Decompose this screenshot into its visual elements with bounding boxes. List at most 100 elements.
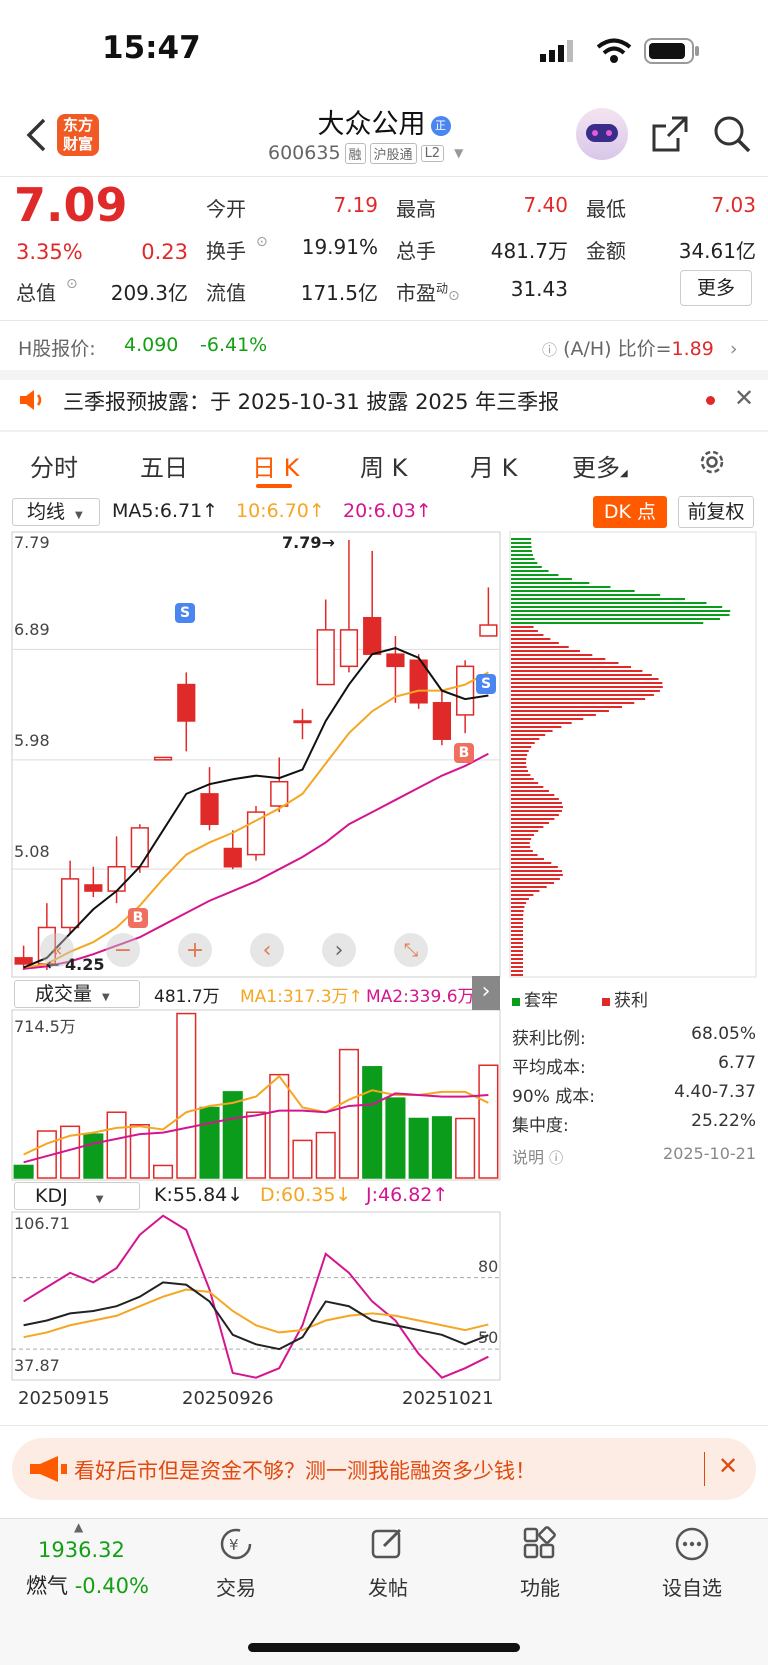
index-value[interactable]: 1936.32	[38, 1538, 125, 1562]
dropdown-icon: ▼	[454, 146, 464, 160]
tab-more[interactable]: 更多◢	[572, 448, 628, 483]
ma10-label: 10:6.70↑	[236, 500, 325, 522]
chip-bar	[511, 894, 534, 896]
volume-select[interactable]: 成交量 ▼	[14, 980, 140, 1008]
chip-bar	[511, 726, 562, 728]
expand-icon[interactable]: ⤡	[394, 933, 428, 967]
collapse-icon[interactable]: ›	[472, 976, 500, 1010]
buy-marker-icon: B	[128, 908, 148, 928]
chip-bar	[511, 646, 569, 648]
chip-bar	[511, 830, 539, 832]
label-pe: 市盈动⊙	[396, 281, 460, 305]
chip-bar	[511, 554, 533, 556]
post-icon[interactable]	[370, 1526, 406, 1566]
chip-bar	[511, 962, 523, 964]
ma-select[interactable]: 均线 ▼	[12, 498, 100, 526]
robot-avatar[interactable]	[576, 108, 628, 160]
search-icon[interactable]	[712, 114, 752, 158]
chip-bar	[511, 574, 559, 576]
share-icon[interactable]	[650, 114, 690, 158]
value-low: 7.03	[711, 193, 756, 217]
tab-five-day[interactable]: 五日	[140, 448, 188, 483]
rewind-icon[interactable]: «	[40, 933, 74, 967]
chip-note[interactable]: 说明 ⓘ	[512, 1144, 563, 1168]
value-open: 7.19	[333, 193, 378, 217]
stock-name: 大众公用	[317, 109, 426, 140]
chip-bar	[511, 794, 555, 796]
candle-body	[339, 629, 359, 668]
info-icon[interactable]: ⊙	[66, 276, 78, 292]
chip-bar	[511, 930, 524, 932]
nav-trade[interactable]: 交易	[186, 1572, 286, 1601]
tab-intraday[interactable]: 分时	[30, 448, 78, 483]
grid-icon[interactable]	[522, 1526, 558, 1566]
value-amount: 34.61亿	[678, 239, 756, 263]
kline-frame	[11, 531, 501, 978]
dk-point-button[interactable]: DK 点	[593, 496, 667, 528]
zoom-out-icon[interactable]: −	[106, 933, 140, 967]
candle-body	[479, 624, 498, 637]
promo-banner[interactable]: 看好后市但是资金不够？测一测我能融资多少钱！ ✕	[12, 1438, 756, 1500]
chip-bar	[511, 570, 549, 572]
chevron-right-icon[interactable]: ›	[322, 933, 356, 967]
candle-body	[200, 793, 219, 825]
chip-90cost-label: 90% 成本:	[512, 1087, 595, 1107]
chip-bar	[511, 834, 535, 836]
volume-bar	[13, 1164, 34, 1179]
caret-up-icon: ▲	[74, 1520, 84, 1534]
close-banner-icon[interactable]: ✕	[718, 1452, 738, 1480]
nav-function[interactable]: 功能	[490, 1572, 590, 1601]
label-high: 最高	[396, 197, 436, 221]
tab-indicator	[256, 484, 292, 488]
stock-code: 600635	[268, 142, 341, 164]
more-button[interactable]: 更多	[680, 270, 752, 306]
kdj-frame	[11, 1211, 501, 1381]
chip-concentration-label: 集中度:	[512, 1116, 569, 1136]
chip-bar	[511, 842, 530, 844]
notice-text[interactable]: 三季报预披露：于 2025-10-31 披露 2025 年三季报	[63, 386, 559, 416]
candle-body	[14, 957, 33, 965]
ma10-line	[23, 671, 489, 969]
close-notice-icon[interactable]: ✕	[734, 384, 754, 412]
chip-bar	[511, 790, 549, 792]
tab-daily-k[interactable]: 日 K	[252, 448, 299, 483]
adjust-button[interactable]: 前复权	[678, 496, 754, 528]
candle-body	[363, 616, 382, 655]
zoom-in-icon[interactable]: +	[178, 933, 212, 967]
chip-bar	[511, 678, 659, 680]
chip-bar	[511, 846, 531, 848]
tab-monthly-k[interactable]: 月 K	[470, 448, 517, 483]
candles	[14, 540, 498, 970]
chip-bar	[511, 754, 528, 756]
chip-bar	[511, 774, 531, 776]
kdj-ymax: 106.71	[14, 1214, 70, 1233]
nav-add-watchlist[interactable]: 设自选	[642, 1572, 742, 1601]
help-icon: ⓘ	[542, 341, 558, 359]
y-label: 5.98	[14, 731, 50, 750]
tab-weekly-k[interactable]: 周 K	[360, 448, 407, 483]
chevron-left-icon[interactable]: ‹	[250, 933, 284, 967]
chip-bar	[511, 934, 524, 936]
chip-bar	[511, 618, 721, 620]
label-market-cap: 总值	[16, 281, 56, 305]
trade-icon[interactable]: ¥	[218, 1526, 254, 1566]
stock-code-row[interactable]: 600635 融 沪股通 L2 ▼	[268, 142, 463, 164]
chip-bar	[511, 814, 559, 816]
chip-bar	[511, 878, 560, 880]
chip-bar	[511, 558, 535, 560]
gear-icon[interactable]	[696, 446, 728, 482]
ah-ratio[interactable]: ⓘ (A/H) 比价=1.89 ›	[542, 334, 738, 361]
chip-bar	[511, 874, 563, 876]
chip-bar	[511, 802, 562, 804]
chip-bar	[511, 818, 555, 820]
chip-bar	[511, 766, 527, 768]
info-icon[interactable]: ⊙	[256, 234, 268, 250]
value-turnover: 19.91%	[301, 235, 378, 259]
volume-bar	[362, 1066, 383, 1179]
chip-legend-huo: 获利	[602, 986, 648, 1011]
kdj-select[interactable]: KDJ ▼	[14, 1182, 140, 1210]
index-change[interactable]: 燃气 -0.40%	[26, 1570, 149, 1600]
more-dots-icon[interactable]	[674, 1526, 710, 1566]
kdj-d: D:60.35↓	[260, 1184, 352, 1206]
nav-post[interactable]: 发帖	[338, 1572, 438, 1601]
